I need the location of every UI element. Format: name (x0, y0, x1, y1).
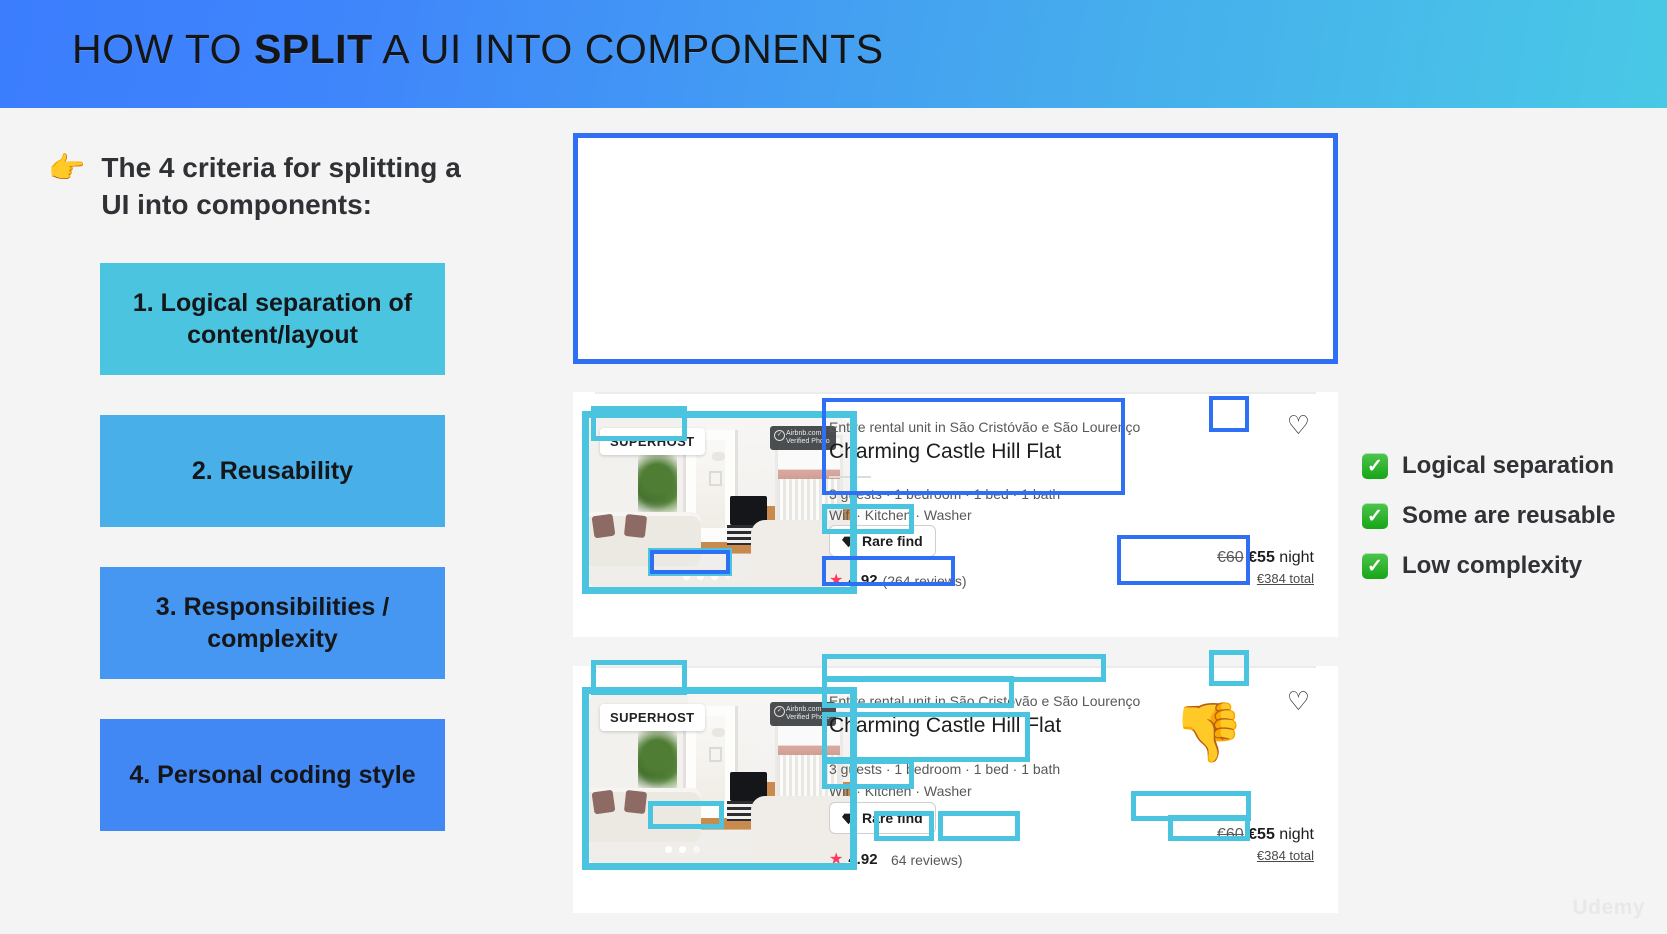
checklist-item: ✓ Low complexity (1362, 552, 1662, 580)
rating-count: (264 reviews) (882, 572, 967, 589)
rating-count: 64 reviews) (891, 852, 963, 868)
intro-block: 👉 The 4 criteria for splitting a UI into… (48, 150, 488, 224)
slide-root: HOW TO SPLIT A UI INTO COMPONENTS 👉 The … (0, 0, 1667, 934)
checklist-item: ✓ Some are reusable (1362, 502, 1662, 530)
photo-wall-sconce (711, 452, 725, 461)
criteria-label-1: 1. Logical separation of content/layout (132, 288, 413, 350)
price-original: €60 (1217, 826, 1244, 843)
gem-icon (842, 536, 855, 547)
checklist-label: Logical separation (1402, 452, 1615, 479)
listing-rating: ★ 4.92 (264 reviews) (829, 572, 967, 589)
pointing-right-hand-icon: 👉 (48, 152, 86, 185)
rating-value: 4.92 (848, 851, 878, 868)
listing-amenities: Wifi · Kitchen · Washer (829, 507, 972, 523)
criteria-box-3[interactable]: 3. Responsibilities / complexity (100, 567, 445, 679)
listing-card-3: SUPERHOST Airbnb.com Verified Photo Enti… (573, 666, 1338, 913)
photo-carousel-dots[interactable] (665, 846, 700, 853)
star-icon: ★ (829, 571, 844, 589)
price-line: €60 €55 night (1217, 549, 1314, 567)
criteria-sidebar: 👉 The 4 criteria for splitting a UI into… (0, 108, 500, 934)
heart-outline-icon[interactable]: ♡ (1287, 412, 1310, 438)
carousel-dot[interactable] (679, 846, 686, 853)
price-unit: night (1274, 826, 1314, 843)
verified-line-1: Airbnb.com (786, 706, 822, 713)
price-total: €384 total (1256, 571, 1314, 586)
verified-photo-badge: Airbnb.com Verified Photo (770, 426, 836, 451)
superhost-badge: SUPERHOST (600, 704, 705, 731)
checklist-label: Some are reusable (1402, 502, 1616, 529)
listing-title: Charming Castle Hill Flat (829, 440, 1062, 463)
criteria-label-3: 3. Responsibilities / complexity (155, 592, 390, 654)
criteria-label-2: 2. Reusability (191, 456, 354, 485)
photo-cushion (591, 789, 616, 815)
title-suffix: A UI INTO COMPONENTS (372, 26, 884, 72)
udemy-watermark: Udemy (1572, 896, 1645, 919)
listing-subtitle: Entire rental unit in São Cristóvão e Sã… (829, 693, 1141, 709)
listing-price: €60 €55 night €384 total (1217, 826, 1314, 863)
price-original: €60 (1217, 549, 1244, 566)
title-bold: SPLIT (253, 26, 373, 72)
check-mark-icon: ✓ (1362, 553, 1388, 579)
airbnb-listing-card: SUPERHOST Airbnb.com Verified Photo Enti… (573, 666, 1338, 913)
verified-line-1: Airbnb.com (786, 430, 822, 437)
photo-cushion (623, 789, 647, 815)
page-title: HOW TO SPLIT A UI INTO COMPONENTS (72, 26, 884, 73)
thumbs-down-icon: 👎 (1172, 700, 1245, 765)
heart-outline-icon[interactable]: ♡ (1287, 688, 1310, 714)
photo-wall-frame (708, 746, 723, 762)
photo-cushion (623, 513, 647, 539)
criteria-box-2[interactable]: 2. Reusability (100, 415, 445, 527)
check-mark-icon: ✓ (1362, 453, 1388, 479)
superhost-badge: SUPERHOST (600, 428, 705, 455)
star-icon: ★ (829, 850, 844, 868)
price-discounted: €55 (1248, 826, 1275, 843)
check-mark-icon: ✓ (1362, 503, 1388, 529)
title-prefix: HOW TO (72, 26, 254, 72)
verified-line-2: Verified Photo (786, 714, 830, 722)
listing-subtitle: Entire rental unit in São Cristóvão e Sã… (829, 419, 1141, 435)
rating-value: 4.92 (848, 572, 878, 589)
listing-amenities: Wifi · Kitchen · Washer (829, 783, 972, 799)
benefits-checklist: ✓ Logical separation ✓ Some are reusable… (1362, 452, 1662, 602)
listing-title: Charming Castle Hill Flat (829, 714, 1062, 737)
carousel-dot[interactable] (665, 846, 672, 853)
criteria-box-4[interactable]: 4. Personal coding style (100, 719, 445, 831)
price-unit: night (1274, 549, 1314, 566)
listing-card-2: SUPERHOST Airbnb.com Verified Photo Enti… (573, 392, 1338, 637)
verified-photo-badge: Airbnb.com Verified Photo (770, 702, 836, 727)
listing-rating-value-group: ★ 4.92 (829, 851, 878, 868)
price-discounted: €55 (1248, 549, 1275, 566)
criteria-label-4: 4. Personal coding style (129, 760, 416, 789)
title-divider (829, 476, 871, 478)
photo-wall-frame (708, 470, 723, 486)
annotation-whole-card-1 (573, 133, 1338, 364)
price-line: €60 €55 night (1217, 826, 1314, 844)
airbnb-listing-card: SUPERHOST Airbnb.com Verified Photo Enti… (573, 392, 1338, 637)
carousel-dot[interactable] (725, 574, 730, 579)
price-total: €384 total (1256, 848, 1314, 863)
verified-line-2: Verified Photo (786, 438, 830, 446)
criteria-box-1[interactable]: 1. Logical separation of content/layout (100, 263, 445, 375)
checklist-label: Low complexity (1402, 552, 1583, 579)
rare-find-badge: Rare find (829, 525, 936, 557)
checklist-item: ✓ Logical separation (1362, 452, 1662, 480)
listing-specs: 3 guests · 1 bedroom · 1 bed · 1 bath (829, 761, 1061, 777)
listing-specs: 3 guests · 1 bedroom · 1 bed · 1 bath (829, 486, 1061, 502)
carousel-dot[interactable] (683, 573, 690, 580)
photo-wall-sconce (711, 728, 725, 737)
listing-price: €60 €55 night €384 total (1217, 549, 1314, 586)
intro-text: The 4 criteria for splitting a UI into c… (101, 152, 461, 220)
photo-carousel-dots[interactable] (683, 573, 730, 580)
rare-find-label: Rare find (862, 810, 923, 826)
gem-icon (842, 813, 855, 824)
listing-rating-count-group: 64 reviews) (891, 852, 963, 868)
rare-find-badge: Rare find (829, 802, 936, 834)
carousel-dot[interactable] (711, 573, 718, 580)
carousel-dot[interactable] (697, 573, 704, 580)
rare-find-label: Rare find (862, 533, 923, 549)
photo-cushion (591, 513, 616, 539)
carousel-dot[interactable] (693, 846, 700, 853)
slide-header: HOW TO SPLIT A UI INTO COMPONENTS (0, 0, 1667, 108)
